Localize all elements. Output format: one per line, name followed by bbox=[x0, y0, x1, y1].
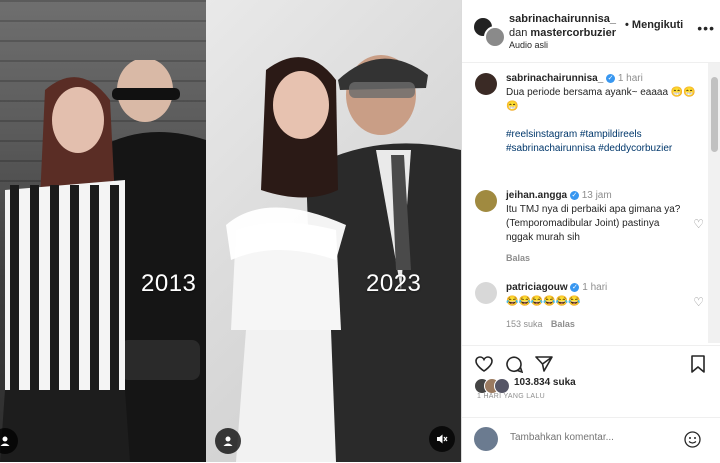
bookmark-icon[interactable] bbox=[688, 354, 708, 374]
author-username[interactable]: sabrinachairunnisa_ bbox=[509, 13, 616, 25]
current-user-avatar bbox=[474, 427, 498, 451]
comment-avatar[interactable] bbox=[475, 190, 497, 212]
comment-time: 1 hari bbox=[582, 282, 608, 293]
reply-button[interactable]: Balas bbox=[506, 253, 530, 263]
comment-like-icon[interactable]: ♡ bbox=[693, 295, 704, 309]
and-text: dan bbox=[509, 27, 528, 39]
reply-button[interactable]: Balas bbox=[551, 319, 575, 329]
comment-username[interactable]: patriciagouw bbox=[506, 282, 568, 293]
caption-username[interactable]: sabrinachairunnisa_ bbox=[506, 73, 603, 84]
caption: sabrinachairunnisa_ ✓ 1 hari Dua periode… bbox=[506, 72, 701, 156]
comment-input[interactable] bbox=[508, 431, 682, 444]
share-send-icon[interactable] bbox=[534, 354, 554, 374]
liker-avatar[interactable] bbox=[494, 378, 510, 394]
likes-count[interactable]: 103.834 suka bbox=[514, 377, 576, 388]
post-header: sabrinachairunnisa_ dan mastercorbuzier … bbox=[462, 0, 720, 63]
post-media[interactable]: 2013 2023 bbox=[0, 0, 461, 462]
comments-scrollbar[interactable] bbox=[708, 63, 720, 343]
mute-button[interactable] bbox=[429, 426, 455, 452]
caption-hashtags[interactable]: #reelsinstagram #tampildireels #sabrinac… bbox=[506, 129, 672, 154]
year-label-left: 2013 bbox=[141, 270, 197, 297]
post-sidebar: sabrinachairunnisa_ dan mastercorbuzier … bbox=[461, 0, 720, 462]
couple-2023-illustration bbox=[226, 55, 461, 462]
speaker-muted-icon bbox=[437, 434, 448, 444]
caption-time: 1 hari bbox=[617, 73, 643, 84]
caption-text: Dua periode bersama ayank~ eaaaa 😁😁😁 bbox=[506, 87, 696, 112]
photo-2023: 2023 bbox=[206, 0, 461, 462]
user-icon bbox=[0, 436, 10, 446]
user-icon bbox=[223, 436, 233, 446]
audio-label[interactable]: Audio asli bbox=[509, 40, 548, 50]
user-tag-button-right[interactable] bbox=[215, 428, 241, 454]
comment-username[interactable]: jeihan.angga bbox=[506, 190, 567, 201]
add-comment-bar bbox=[462, 417, 720, 463]
photo-2013: 2013 bbox=[0, 0, 206, 462]
coauthor-username[interactable]: mastercorbuzier bbox=[530, 27, 616, 39]
post-date[interactable]: 1 HARI YANG LALU bbox=[477, 393, 545, 400]
following-button[interactable]: • Mengikuti bbox=[625, 19, 683, 31]
comments-list: sabrinachairunnisa_ ✓ 1 hari Dua periode… bbox=[462, 63, 708, 345]
coauthor-avatar[interactable] bbox=[484, 26, 506, 48]
comment-bubble-icon[interactable] bbox=[504, 354, 524, 374]
verified-badge-icon: ✓ bbox=[606, 73, 616, 83]
comment-time: 13 jam bbox=[581, 190, 612, 201]
year-label-right: 2023 bbox=[366, 270, 422, 297]
comment-text: Itu TMJ nya di perbaiki apa gimana ya? (… bbox=[506, 204, 681, 243]
more-horizontal-icon[interactable]: ••• bbox=[697, 20, 715, 36]
couple-2013-illustration bbox=[0, 60, 206, 462]
comment-item: patriciagouw ✓ 1 hari 😂😂😂😂😂😂 153 suka Ba… bbox=[506, 281, 686, 332]
verified-badge-icon: ✓ bbox=[570, 282, 580, 292]
comment-text: 😂😂😂😂😂😂 bbox=[506, 296, 581, 307]
comment-like-icon[interactable]: ♡ bbox=[693, 217, 704, 231]
caption-avatar[interactable] bbox=[475, 73, 497, 95]
emoji-icon[interactable] bbox=[682, 429, 702, 449]
comment-item: jeihan.angga ✓ 13 jam Itu TMJ nya di per… bbox=[506, 189, 686, 266]
comment-avatar[interactable] bbox=[475, 282, 497, 304]
like-heart-icon[interactable] bbox=[474, 354, 494, 374]
comment-likes-count[interactable]: 153 suka bbox=[506, 319, 543, 329]
verified-badge-icon: ✓ bbox=[569, 190, 579, 200]
